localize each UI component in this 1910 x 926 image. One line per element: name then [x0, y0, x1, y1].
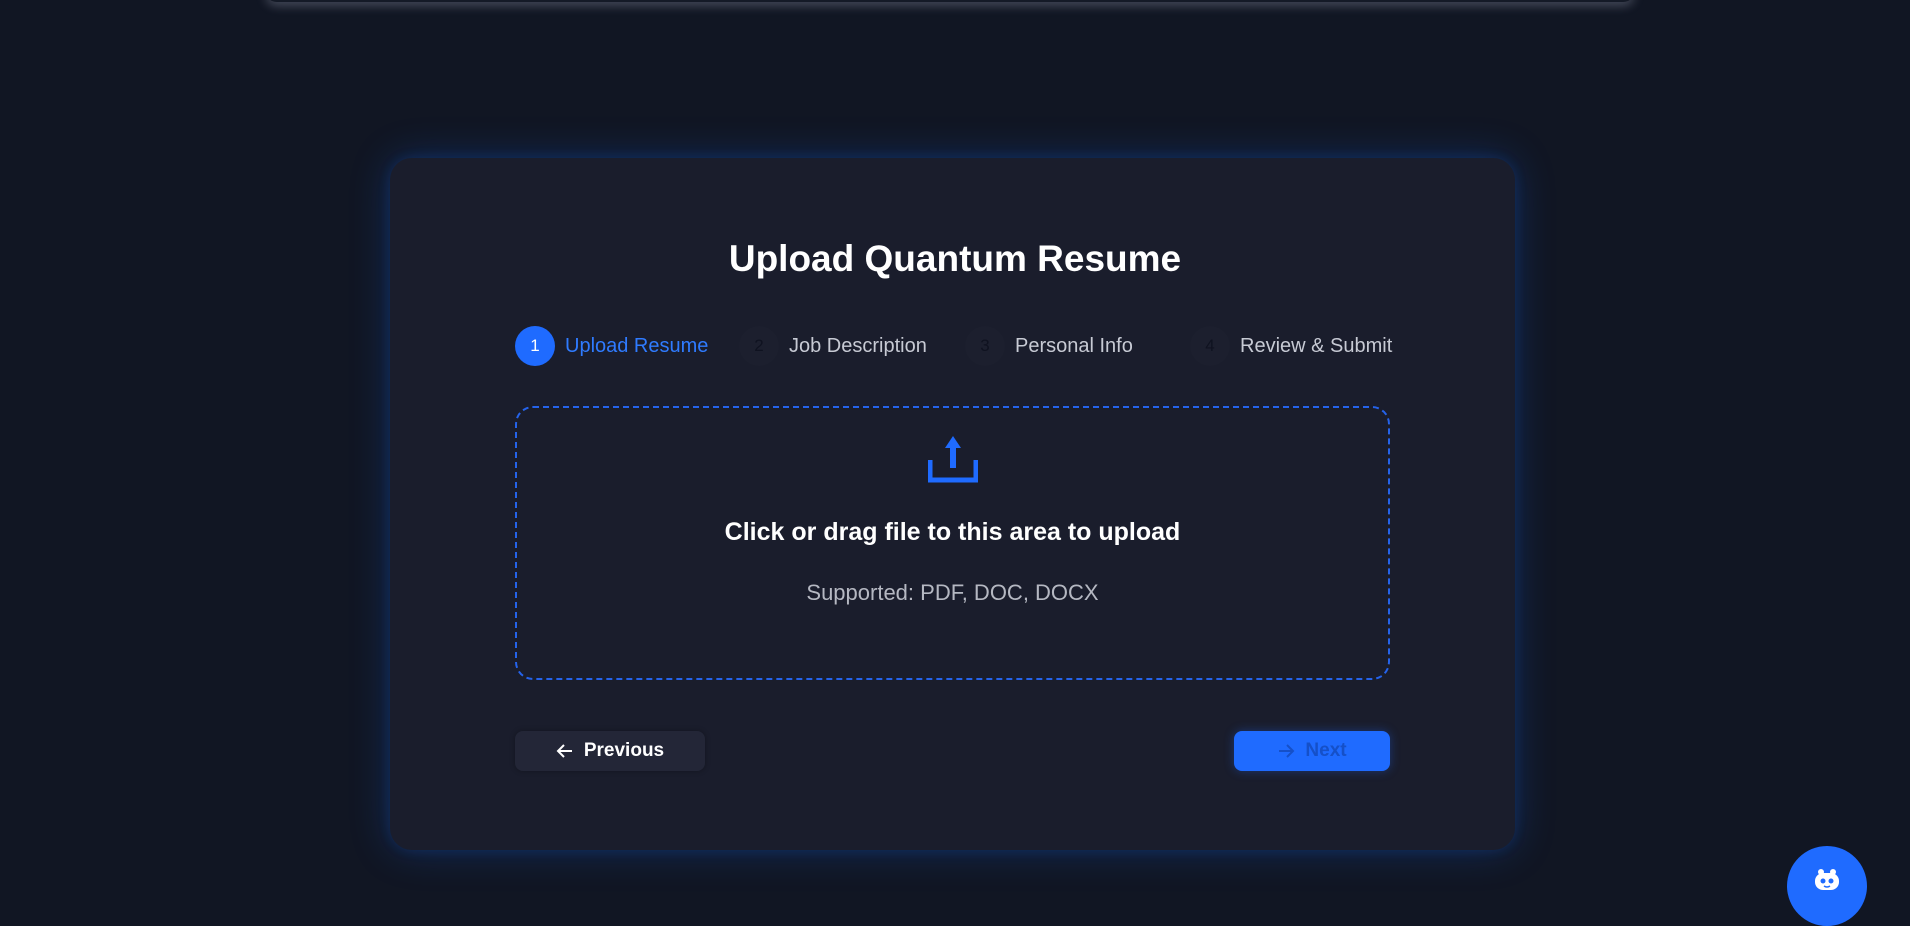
step-personal-info[interactable]: 3 Personal Info: [965, 326, 1133, 366]
dropzone-title: Click or drag file to this area to uploa…: [724, 518, 1181, 546]
previous-label: Previous: [583, 740, 665, 761]
step-number: 4: [1190, 326, 1230, 366]
step-job-description[interactable]: 2 Job Description: [739, 326, 927, 366]
step-upload-resume[interactable]: 1 Upload Resume: [515, 326, 708, 366]
next-label: Next: [1305, 740, 1347, 761]
step-label: Upload Resume: [565, 334, 709, 357]
file-dropzone[interactable]: Click or drag file to this area to uploa…: [515, 406, 1390, 680]
step-label: Review & Submit: [1240, 334, 1393, 357]
assistant-button[interactable]: [1787, 846, 1867, 926]
step-review-submit[interactable]: 4 Review & Submit: [1190, 326, 1392, 366]
step-label: Job Description: [789, 334, 927, 357]
top-header-edge: [265, 0, 1635, 2]
arrow-right-icon: [1279, 744, 1295, 758]
step-label: Personal Info: [1015, 334, 1133, 357]
next-button[interactable]: Next: [1234, 731, 1390, 771]
step-number: 2: [739, 326, 779, 366]
step-number: 1: [515, 326, 555, 366]
stepper: 1 Upload Resume 2 Job Description 3 Pers…: [515, 326, 1392, 366]
step-number: 3: [965, 326, 1005, 366]
page-title: Upload Quantum Resume: [728, 238, 1182, 279]
upload-icon: [927, 434, 979, 484]
arrow-left-icon: [556, 744, 572, 758]
previous-button[interactable]: Previous: [515, 731, 705, 771]
dropzone-hint: Supported: PDF, DOC, DOCX: [806, 580, 1099, 605]
robot-icon: [1815, 869, 1839, 890]
